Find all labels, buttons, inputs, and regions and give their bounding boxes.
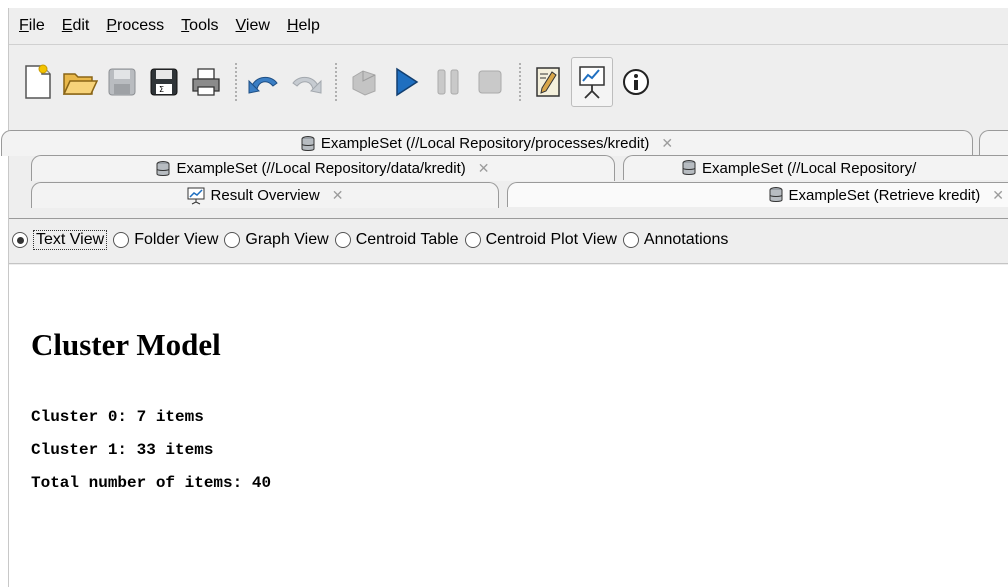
print-icon: [192, 68, 220, 96]
radio-button[interactable]: [113, 232, 130, 248]
total-items-line: Total number of items: 40: [31, 474, 272, 492]
tab-exampleset-local-repository[interactable]: ExampleSet (//Local Repository/: [623, 155, 1008, 180]
radio-centroid-table[interactable]: Centroid Table: [334, 231, 459, 249]
tab-exampleset-data-kredit[interactable]: ExampleSet (//Local Repository/data/kred…: [31, 155, 615, 181]
open-button[interactable]: [61, 61, 99, 103]
radio-centroid-plot-view[interactable]: Centroid Plot View: [464, 231, 617, 249]
save-as-icon: Σ: [150, 68, 178, 96]
undo-icon: [248, 76, 278, 94]
toolbar-separator: [519, 63, 521, 101]
tab-label: ExampleSet (//Local Repository/processes…: [320, 135, 650, 152]
run-icon: [396, 67, 419, 97]
radio-graph-view[interactable]: Graph View: [224, 231, 329, 249]
toolbar-separator: [235, 63, 237, 101]
design-perspective-icon: [536, 67, 560, 97]
close-icon[interactable]: ✕: [992, 187, 1004, 204]
save-icon: [108, 68, 136, 96]
radio-folder-view[interactable]: Folder View: [113, 231, 218, 249]
validate-button[interactable]: [345, 61, 383, 103]
save-button[interactable]: [103, 61, 141, 103]
text-view-panel: Cluster Model Cluster 0: 7 items Cluster…: [9, 265, 1008, 587]
tab-label: Result Overview: [210, 187, 320, 204]
new-process-button[interactable]: [19, 61, 57, 103]
radio-text-view[interactable]: Text View: [12, 230, 108, 250]
info-icon: [623, 69, 649, 95]
application-window: File Edit Process Tools View Help Σ Exam…: [1, 8, 1008, 587]
radio-button[interactable]: [224, 232, 241, 248]
pause-icon: [437, 69, 459, 95]
tab-exampleset-processes-kredit[interactable]: ExampleSet (//Local Repository/processes…: [1, 130, 973, 156]
views-divider: [9, 263, 1008, 264]
svg-text:Σ: Σ: [159, 85, 164, 94]
pause-button[interactable]: [429, 61, 467, 103]
radio-button-selected[interactable]: [12, 232, 28, 248]
radio-annotations[interactable]: Annotations: [622, 231, 728, 249]
result-perspective-icon: [579, 66, 605, 99]
save-as-button[interactable]: Σ: [145, 61, 183, 103]
tab-result-overview[interactable]: Result Overview ✕: [31, 182, 499, 208]
radio-button[interactable]: [622, 232, 639, 248]
undo-button[interactable]: [245, 61, 283, 103]
menu-file[interactable]: File: [19, 17, 45, 35]
menu-help[interactable]: Help: [287, 17, 320, 35]
view-selector: Text View Folder View Graph View Centroi…: [9, 222, 1008, 258]
result-tabs: ExampleSet (//Local Repository/processes…: [1, 122, 1008, 218]
tab-label: ExampleSet (Retrieve kredit): [788, 186, 981, 204]
stop-icon: [478, 70, 502, 94]
toolbar-separator: [335, 63, 337, 101]
validate-icon: [352, 70, 376, 96]
cluster-1-line: Cluster 1: 33 items: [31, 441, 214, 459]
menu-edit[interactable]: Edit: [62, 17, 90, 35]
database-icon: [156, 160, 170, 177]
menu-view[interactable]: View: [236, 17, 270, 35]
radio-button[interactable]: [334, 232, 351, 248]
redo-icon: [292, 76, 322, 94]
menu-process[interactable]: Process: [106, 17, 164, 35]
result-perspective-button[interactable]: [571, 57, 613, 107]
menu-bar: File Edit Process Tools View Help: [9, 8, 1008, 44]
tab-label: ExampleSet (//Local Repository/: [702, 159, 917, 177]
tab-label: ExampleSet (//Local Repository/data/kred…: [176, 160, 466, 177]
design-perspective-button[interactable]: [529, 61, 567, 103]
tab-overflow[interactable]: [979, 130, 1008, 156]
stop-button[interactable]: [471, 61, 509, 103]
tabs-divider: [9, 218, 1008, 219]
radio-button[interactable]: [464, 232, 481, 248]
redo-button[interactable]: [287, 61, 325, 103]
menu-separator: [9, 44, 1008, 45]
run-button[interactable]: [387, 61, 425, 103]
print-button[interactable]: [187, 61, 225, 103]
database-icon: [769, 187, 783, 203]
info-button[interactable]: [617, 61, 655, 103]
result-overview-icon: [187, 187, 205, 205]
cluster-0-line: Cluster 0: 7 items: [31, 408, 204, 426]
open-folder-icon: [62, 73, 98, 95]
menu-tools[interactable]: Tools: [181, 17, 218, 35]
cluster-model-title: Cluster Model: [31, 327, 221, 362]
close-icon[interactable]: ✕: [332, 187, 344, 204]
database-icon: [682, 160, 696, 176]
database-icon: [301, 135, 315, 152]
new-process-icon: [25, 64, 51, 99]
close-icon[interactable]: ✕: [661, 135, 673, 152]
toolbar: Σ: [9, 46, 1008, 118]
tab-exampleset-retrieve-kredit[interactable]: ExampleSet (Retrieve kredit) ✕: [507, 182, 1008, 207]
close-icon[interactable]: ✕: [478, 160, 490, 177]
